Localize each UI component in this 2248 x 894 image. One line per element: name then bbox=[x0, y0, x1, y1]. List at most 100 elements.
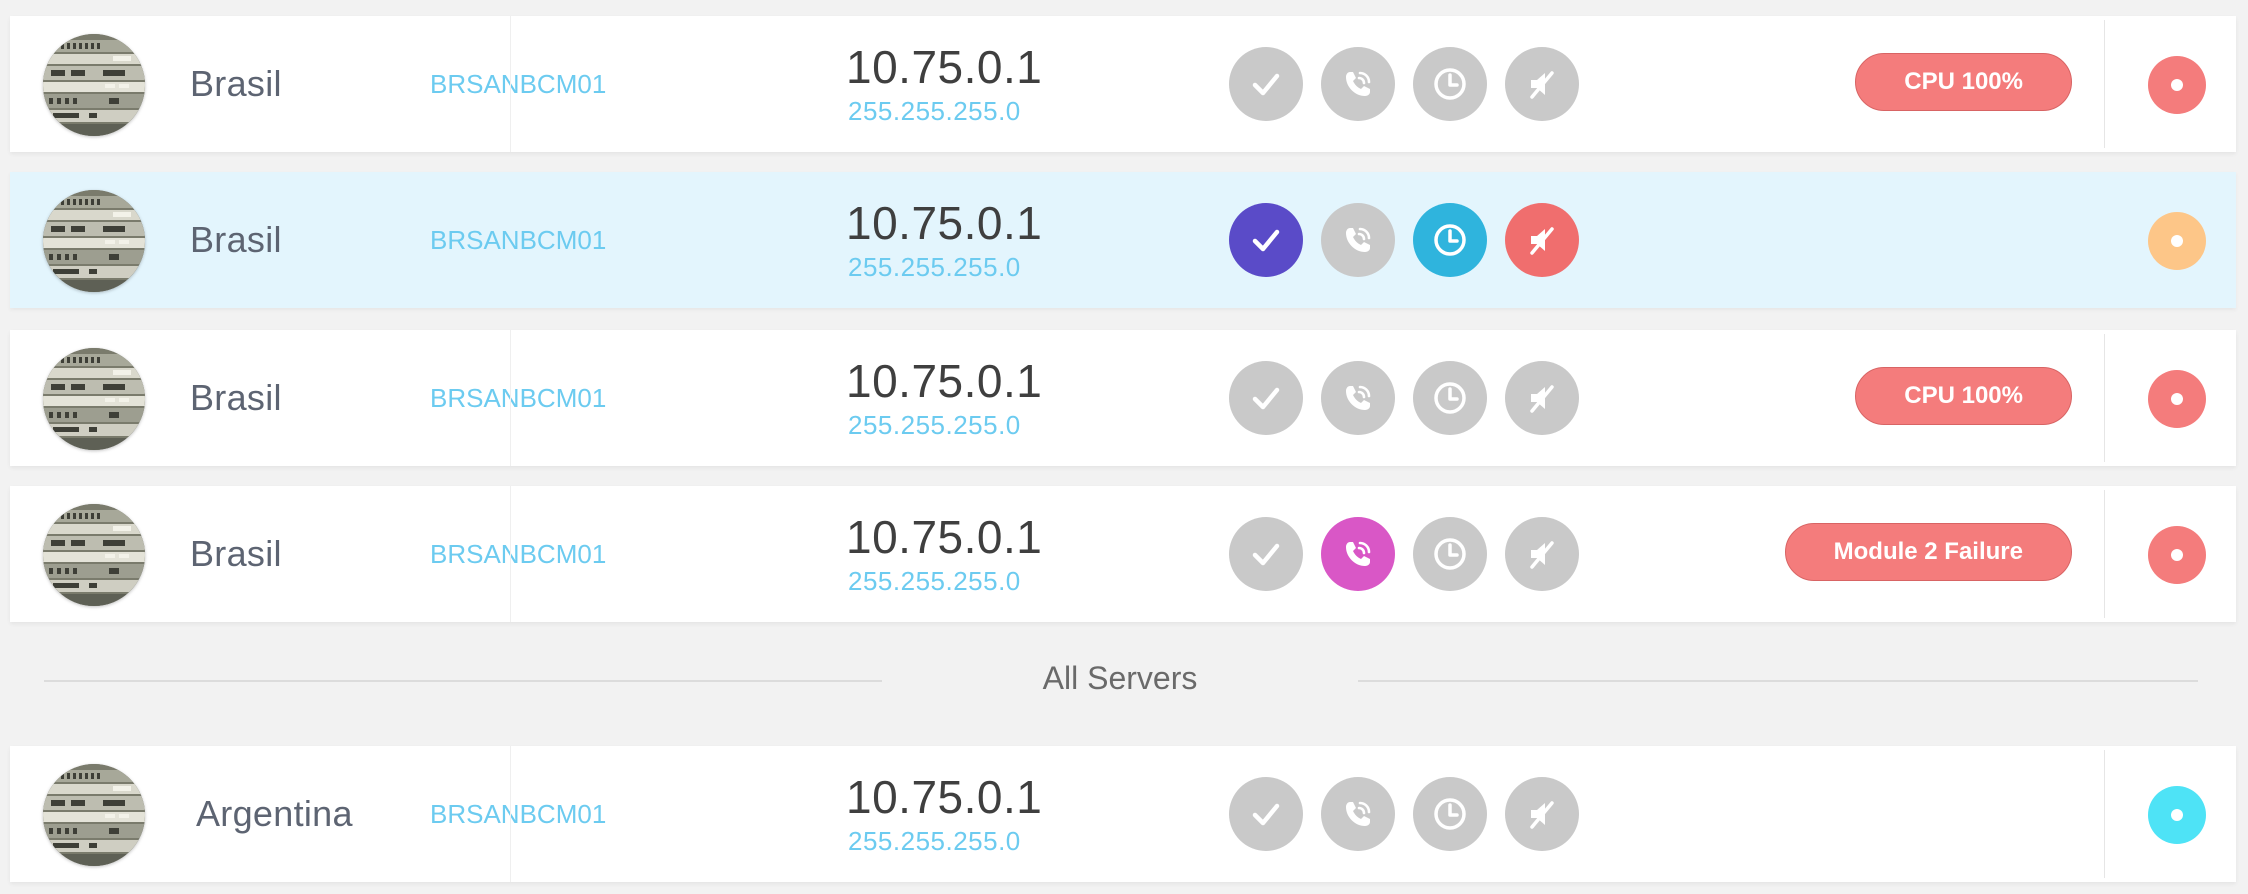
column-divider bbox=[510, 330, 511, 466]
column-divider bbox=[510, 746, 511, 882]
server-subnet-mask: 255.255.255.0 bbox=[848, 410, 1021, 440]
clock-icon bbox=[1434, 798, 1466, 830]
check-icon bbox=[1252, 73, 1280, 96]
phone-icon bbox=[1346, 385, 1371, 410]
server-subnet-mask: 255.255.255.0 bbox=[848, 826, 1021, 856]
clock-icon bbox=[1434, 68, 1466, 100]
server-row[interactable]: Brasil BRSANBCM01 10.75.0.1 255.255.255.… bbox=[10, 16, 2236, 152]
status-indicator[interactable] bbox=[2148, 786, 2206, 844]
server-actions bbox=[1229, 777, 1579, 851]
clock-button[interactable] bbox=[1413, 361, 1487, 435]
column-divider bbox=[510, 486, 511, 622]
mute-icon bbox=[1530, 385, 1554, 413]
server-ip: 10.75.0.1 bbox=[846, 197, 1043, 249]
phone-button[interactable] bbox=[1321, 47, 1395, 121]
phone-icon bbox=[1346, 227, 1371, 252]
alert-badge: CPU 100% bbox=[1855, 53, 2072, 111]
server-actions bbox=[1229, 203, 1579, 277]
alert-badge: Module 2 Failure bbox=[1784, 523, 2072, 581]
check-button[interactable] bbox=[1229, 203, 1303, 277]
clock-button[interactable] bbox=[1413, 47, 1487, 121]
server-avatar bbox=[43, 764, 145, 866]
check-icon bbox=[1252, 543, 1280, 566]
status-indicator[interactable] bbox=[2148, 56, 2206, 114]
server-row-selected[interactable]: Brasil BRSANBCM01 10.75.0.1 255.255.255.… bbox=[10, 172, 2236, 308]
server-subnet-mask: 255.255.255.0 bbox=[848, 96, 1021, 126]
server-row[interactable]: Argentina BRSANBCM01 10.75.0.1 255.255.2… bbox=[10, 746, 2236, 882]
server-subnet-mask: 255.255.255.0 bbox=[848, 566, 1021, 596]
server-ip: 10.75.0.1 bbox=[846, 355, 1043, 407]
server-avatar bbox=[43, 34, 145, 136]
check-icon bbox=[1252, 387, 1280, 410]
clock-button[interactable] bbox=[1413, 203, 1487, 277]
server-ip: 10.75.0.1 bbox=[846, 41, 1043, 93]
server-hostname[interactable]: BRSANBCM01 bbox=[430, 330, 606, 466]
status-dot-center bbox=[2171, 393, 2183, 405]
mute-icon bbox=[1530, 801, 1554, 829]
mute-button[interactable] bbox=[1505, 47, 1579, 121]
server-avatar bbox=[43, 348, 145, 450]
status-indicator[interactable] bbox=[2148, 370, 2206, 428]
server-actions bbox=[1229, 361, 1579, 435]
column-divider bbox=[2104, 490, 2105, 618]
clock-icon bbox=[1434, 382, 1466, 414]
server-hostname[interactable]: BRSANBCM01 bbox=[430, 486, 606, 622]
clock-button[interactable] bbox=[1413, 517, 1487, 591]
server-ip: 10.75.0.1 bbox=[846, 771, 1043, 823]
mute-icon bbox=[1530, 227, 1554, 255]
server-hostname[interactable]: BRSANBCM01 bbox=[430, 172, 606, 308]
phone-button[interactable] bbox=[1321, 203, 1395, 277]
phone-icon bbox=[1346, 71, 1371, 96]
server-ip: 10.75.0.1 bbox=[846, 511, 1043, 563]
server-country: Brasil bbox=[190, 377, 282, 418]
mute-button[interactable] bbox=[1505, 517, 1579, 591]
status-dot-center bbox=[2171, 549, 2183, 561]
server-actions bbox=[1229, 47, 1579, 121]
clock-icon bbox=[1434, 224, 1466, 256]
mute-icon bbox=[1530, 71, 1554, 99]
server-country: Brasil bbox=[190, 219, 282, 260]
status-indicator[interactable] bbox=[2148, 212, 2206, 270]
alert-badge: CPU 100% bbox=[1855, 367, 2072, 425]
server-subnet-mask: 255.255.255.0 bbox=[848, 252, 1021, 282]
server-row[interactable]: Brasil BRSANBCM01 10.75.0.1 255.255.255.… bbox=[10, 486, 2236, 622]
mute-button[interactable] bbox=[1505, 361, 1579, 435]
server-avatar bbox=[43, 190, 145, 292]
phone-button[interactable] bbox=[1321, 517, 1395, 591]
status-dot-center bbox=[2171, 809, 2183, 821]
column-divider bbox=[2104, 20, 2105, 148]
column-divider bbox=[510, 16, 511, 152]
server-actions bbox=[1229, 517, 1579, 591]
server-hostname[interactable]: BRSANBCM01 bbox=[430, 16, 606, 152]
status-dot-center bbox=[2171, 235, 2183, 247]
check-button[interactable] bbox=[1229, 517, 1303, 591]
column-divider bbox=[2104, 334, 2105, 462]
check-icon bbox=[1252, 803, 1280, 826]
server-row[interactable]: Brasil BRSANBCM01 10.75.0.1 255.255.255.… bbox=[10, 330, 2236, 466]
server-hostname[interactable]: BRSANBCM01 bbox=[430, 746, 606, 882]
status-indicator[interactable] bbox=[2148, 526, 2206, 584]
server-country: Brasil bbox=[190, 63, 282, 104]
status-dot-center bbox=[2171, 79, 2183, 91]
separator-line-right bbox=[1358, 680, 2198, 682]
clock-icon bbox=[1434, 538, 1466, 570]
check-button[interactable] bbox=[1229, 777, 1303, 851]
server-country: Argentina bbox=[196, 793, 353, 834]
check-button[interactable] bbox=[1229, 361, 1303, 435]
phone-icon bbox=[1346, 801, 1371, 826]
column-divider bbox=[2104, 750, 2105, 878]
clock-button[interactable] bbox=[1413, 777, 1487, 851]
phone-icon bbox=[1346, 541, 1371, 566]
separator-line-left bbox=[44, 680, 882, 682]
mute-icon bbox=[1530, 541, 1554, 569]
check-button[interactable] bbox=[1229, 47, 1303, 121]
section-separator: All Servers bbox=[0, 640, 2248, 720]
phone-button[interactable] bbox=[1321, 777, 1395, 851]
phone-button[interactable] bbox=[1321, 361, 1395, 435]
section-label: All Servers bbox=[1042, 660, 1198, 696]
mute-button[interactable] bbox=[1505, 203, 1579, 277]
server-list-page: Brasil BRSANBCM01 10.75.0.1 255.255.255.… bbox=[0, 0, 2248, 894]
server-country: Brasil bbox=[190, 533, 282, 574]
mute-button[interactable] bbox=[1505, 777, 1579, 851]
check-icon bbox=[1252, 229, 1280, 252]
